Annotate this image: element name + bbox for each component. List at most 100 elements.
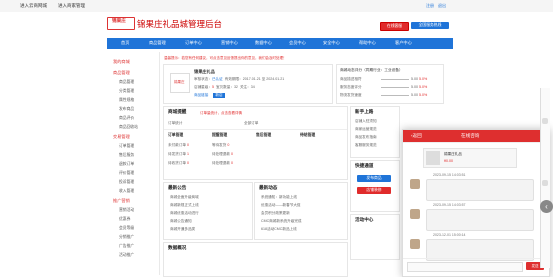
publish-product-button[interactable]: 发布商品 [357, 175, 391, 182]
contact-button[interactable]: 在线客服 [380, 22, 409, 31]
guide-item-3[interactable]: 商品发布指南 [355, 135, 377, 140]
table-cell-3-3: 待处理退款 [212, 161, 230, 165]
table-row-1[interactable]: 未付款订单 0 [168, 143, 189, 148]
sidebar-item-15[interactable]: 会员等级 [119, 226, 134, 231]
nav-item-marketing[interactable]: 营销中心 [221, 40, 238, 46]
page-title: 锦果庄礼品城管理后台 [137, 19, 223, 29]
sidebar-item-10[interactable]: 评价管理 [119, 171, 134, 176]
table-cell-3-1: 待收货订单 [168, 161, 186, 165]
sidebar-item-16[interactable]: 分销推广 [119, 235, 134, 240]
news-item-4[interactable]: CMC商城新系统升级完成 [261, 219, 302, 224]
sidebar-item-1[interactable]: 商品管理 [119, 80, 134, 85]
table-cell-1-4: 0 [227, 143, 230, 147]
chat-input[interactable] [407, 262, 523, 272]
table-row-2[interactable]: 待发货订单 1 [168, 152, 189, 157]
guide-card: 新手上路 店铺入驻须知 商家运营规范 商品发布指南 客服服务规范 [350, 106, 400, 158]
table-row-1b[interactable]: 等待发货 0 [212, 143, 229, 148]
table-row-3b[interactable]: 待处理退款 0 [212, 161, 233, 166]
news-title: 最新动态 [259, 185, 278, 190]
chat-time-3: 2023-12-01 15:00:14 [433, 233, 466, 237]
sidebar-item-4[interactable]: 发布商品 [119, 107, 134, 112]
score-label-1: 商品描述相符 [340, 77, 362, 81]
product-name: 锦果庄礼品 [444, 152, 462, 156]
sidebar-title-promo[interactable]: 推广营销 [113, 198, 130, 204]
decorate-store-button[interactable]: 店铺装修 [357, 187, 391, 194]
order-stats-sub[interactable]: 全部订单 [244, 121, 258, 126]
sidebar-item-11[interactable]: 投诉管理 [119, 180, 134, 185]
store-link[interactable]: 商品链接 [194, 93, 208, 97]
sidebar-item-3[interactable]: 属性规格 [119, 98, 134, 103]
table-cell-1-1: 未付款订单 [168, 143, 186, 147]
sold-value: 32 [233, 85, 238, 89]
shortcut-title: 快捷通道 [355, 163, 374, 168]
score-bar-3 [381, 95, 409, 96]
nav-item-customer[interactable]: 客户中心 [395, 40, 412, 46]
nav-item-products[interactable]: 商品管理 [149, 40, 166, 46]
main-nav: 首页 商品管理 订单中心 营销中心 数据中心 会员中心 安全中心 帮助中心 客户… [107, 38, 453, 49]
top-link-1[interactable]: 进入云商网城 [20, 3, 47, 9]
nav-item-members[interactable]: 会员中心 [289, 40, 306, 46]
score-bar-2 [381, 87, 409, 88]
logout-link[interactable]: 退出 [438, 3, 446, 9]
store-panel-title: 商城提醒 [168, 109, 187, 114]
table-cell-1-3: 等待发货 [212, 143, 227, 147]
sidebar-item-14[interactable]: 优惠券 [119, 217, 130, 222]
notice-item-5[interactable]: 商城开通多品类 [170, 227, 195, 232]
scroll-thumb[interactable] [542, 180, 548, 186]
chevron-left-icon[interactable]: ‹ [540, 200, 553, 213]
profile-card: 锦果庄 锦果庄礼品 审核状态：已认证 有效期限：2017.01.21 至 202… [163, 64, 333, 104]
news-item-5[interactable]: 618活动CMC新品上线 [261, 227, 297, 232]
sidebar-title-products[interactable]: 商品管理 [113, 70, 130, 76]
scroll-thumb[interactable] [542, 118, 548, 124]
top-link-2[interactable]: 进入商家管理 [58, 3, 85, 9]
table-row-3[interactable]: 待收货订单 0 [168, 161, 189, 166]
store-logo-text: 锦果庄 [174, 80, 185, 84]
score-label-2: 服务态度评分 [340, 85, 362, 89]
sidebar-title-trade[interactable]: 交易管理 [113, 134, 130, 140]
news-item-1[interactable]: 系统通知：新功能上线 [261, 195, 297, 200]
news-card: 最新动态 系统通知：新功能上线 优惠活动——新春节大促 会员积分政策更新 CMC… [254, 182, 348, 240]
register-link[interactable]: 注册 [426, 3, 434, 9]
sidebar-item-13[interactable]: 营销活动 [119, 208, 134, 213]
sidebar-title-my-store[interactable]: 我的商城 [113, 59, 130, 65]
chat-back[interactable]: ‹返回 [411, 133, 422, 139]
notice-item-2[interactable]: 商城新规正式上线 [170, 203, 199, 208]
divider [403, 142, 549, 143]
nav-item-orders[interactable]: 订单中心 [185, 40, 202, 46]
news-item-2[interactable]: 优惠活动——新春节大促 [261, 203, 301, 208]
news-item-3[interactable]: 会员积分政策更新 [261, 211, 290, 216]
new-store-badge[interactable]: 新店 [213, 93, 225, 98]
table-row-2b[interactable]: 待处理退款 0 [212, 152, 233, 157]
notice-item-3[interactable]: 商城优惠活动进行 [170, 211, 199, 216]
guide-title: 新手上路 [355, 109, 374, 114]
guide-item-1[interactable]: 店铺入驻须知 [355, 119, 377, 124]
divider [164, 129, 347, 130]
sidebar-item-8[interactable]: 售后服务 [119, 153, 134, 158]
sidebar-item-6[interactable]: 商品回收站 [119, 125, 138, 130]
guide-item-2[interactable]: 商家运营规范 [355, 127, 377, 132]
guide-item-4[interactable]: 客服服务规范 [355, 143, 377, 148]
page-scrollbar[interactable] [540, 88, 550, 268]
score-value-text-1: 5.00 [411, 77, 418, 81]
score-value-text-3: 5.00 [411, 93, 418, 97]
chat-panel: ‹返回 在线咨询 锦果庄礼品 ¥0.00 2023-09-15 14:03:51… [402, 129, 550, 277]
notice-item-4[interactable]: 商城公告通知 [170, 219, 192, 224]
sidebar-item-17[interactable]: 广告推广 [119, 244, 134, 249]
nav-item-security[interactable]: 安全中心 [323, 40, 340, 46]
sidebar-item-7[interactable]: 订单管理 [119, 144, 134, 149]
nav-item-home[interactable]: 首页 [121, 40, 129, 46]
sidebar-item-18[interactable]: 活动推广 [119, 253, 134, 258]
store-link-line: 商品链接 新店 [194, 93, 225, 98]
nav-item-help[interactable]: 帮助中心 [359, 40, 376, 46]
notice-title: 最新公告 [168, 185, 187, 190]
chat-bubble-2 [426, 209, 534, 231]
product-card[interactable]: 锦果庄礼品 ¥0.00 [423, 148, 517, 168]
sidebar-item-2[interactable]: 分类管理 [119, 89, 134, 94]
nav-item-data[interactable]: 数据中心 [255, 40, 272, 46]
store-stats-line: 店铺星级：5 宝贝数量：32 关注：34 [194, 85, 255, 90]
notice-item-1[interactable]: 商城全面升级商城 [170, 195, 199, 200]
sidebar-item-9[interactable]: 退款订单 [119, 162, 134, 167]
hotline-button[interactable]: 全国服务热线 [411, 22, 449, 29]
sidebar-item-12[interactable]: 收入管理 [119, 189, 134, 194]
sidebar-item-5[interactable]: 商品评价 [119, 116, 134, 121]
